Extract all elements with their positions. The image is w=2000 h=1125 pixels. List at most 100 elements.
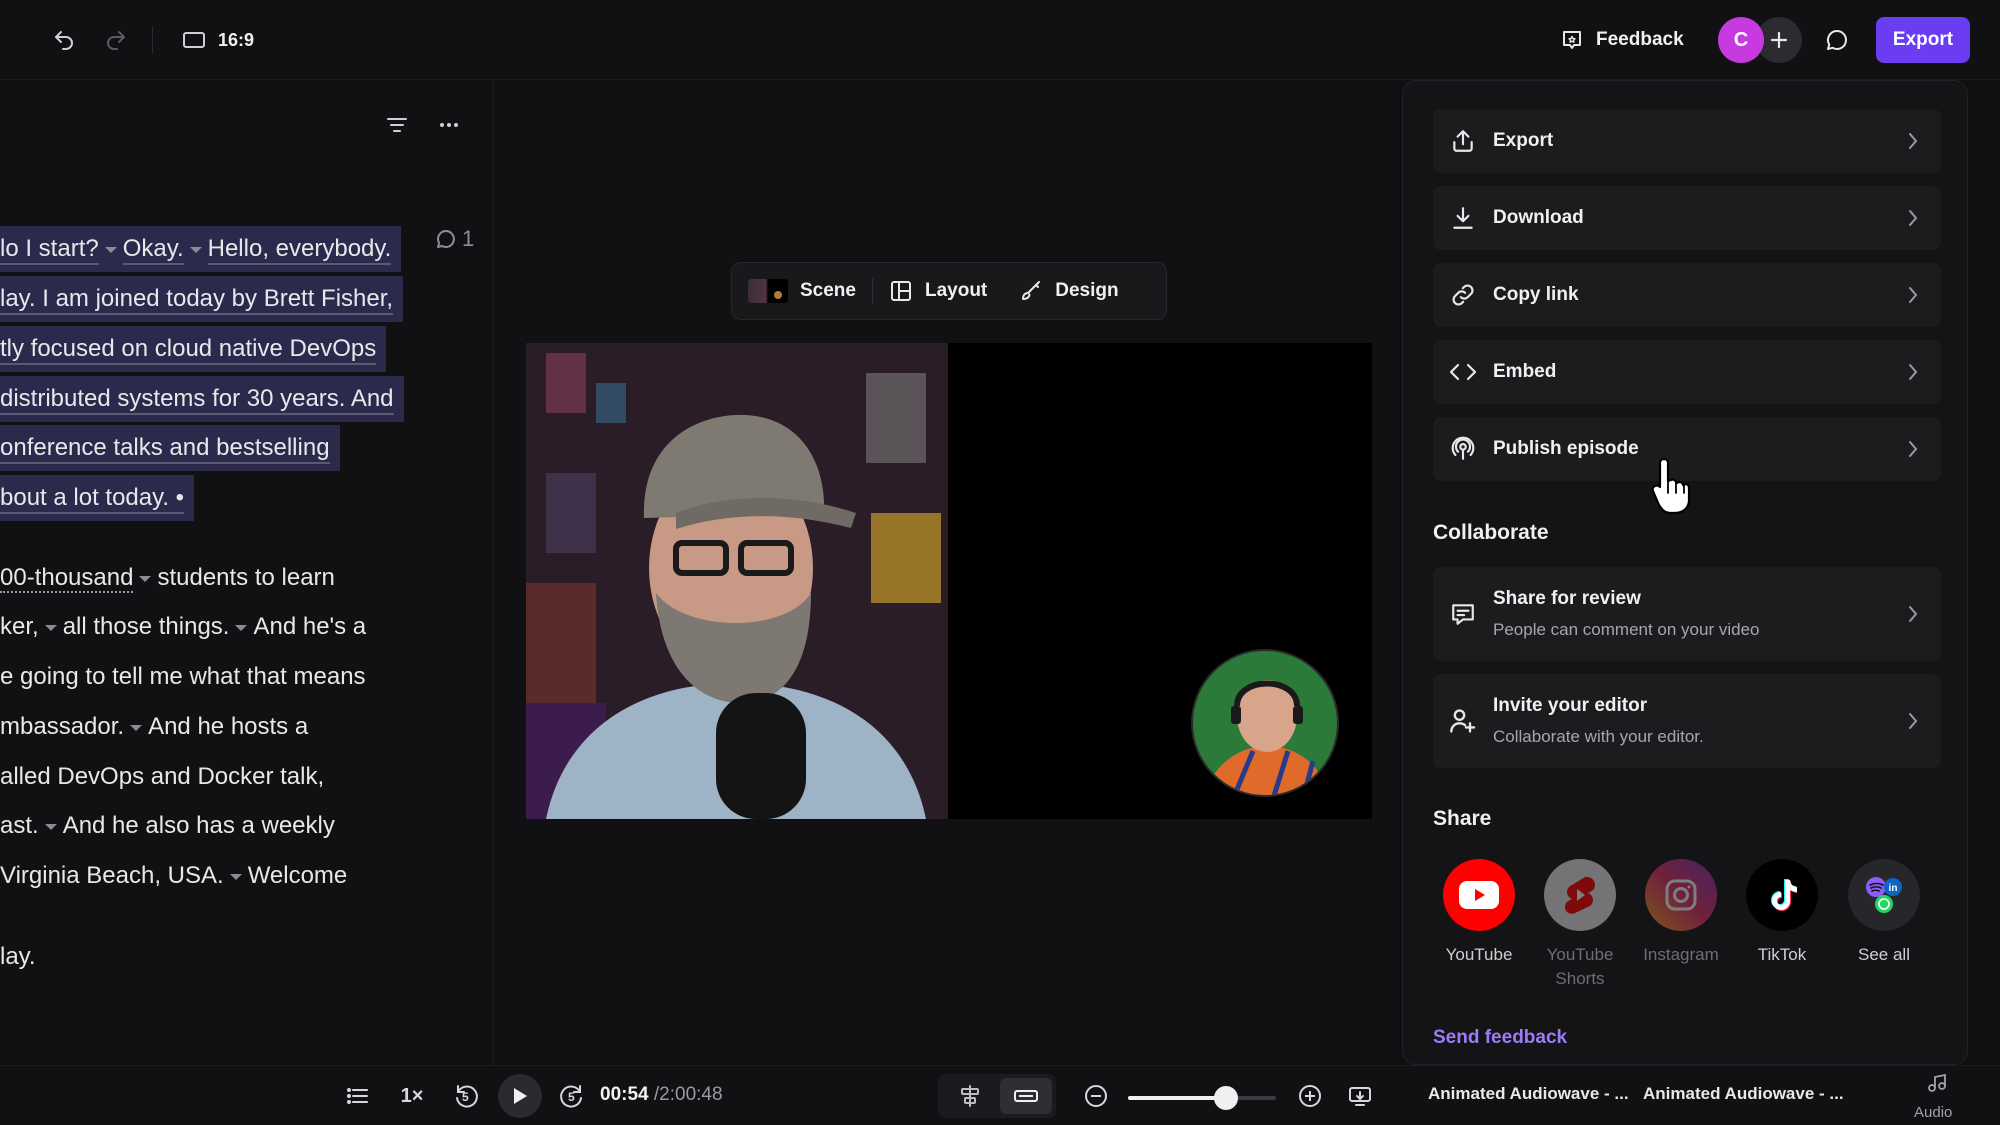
aspect-ratio-button[interactable]: 16:9 bbox=[182, 22, 254, 58]
transcript-word-run: 00-thousand bbox=[0, 564, 134, 593]
transcript-word-run: all those things. bbox=[62, 613, 230, 640]
transcript-pane: lo I start? Okay. Hello, everybody. lay. I … bbox=[0, 80, 494, 1065]
pause-marker-icon[interactable] bbox=[130, 724, 143, 731]
main-camera-feed bbox=[526, 343, 948, 819]
menu-item-invite-editor[interactable]: Invite your editor Collaborate with your… bbox=[1433, 674, 1941, 768]
youtube-shorts-icon bbox=[1565, 877, 1595, 914]
scene-button[interactable]: Scene bbox=[732, 279, 872, 303]
guest-camera-feed bbox=[1191, 649, 1339, 797]
video-preview[interactable] bbox=[526, 343, 1372, 819]
play-button[interactable] bbox=[498, 1074, 542, 1118]
pause-marker-icon[interactable] bbox=[44, 624, 57, 631]
zoom-slider[interactable] bbox=[1128, 1086, 1276, 1110]
zoom-slider-fill bbox=[1128, 1096, 1226, 1100]
transcript-line[interactable]: lo I start? Okay. Hello, everybody. bbox=[0, 226, 402, 272]
tiktok-icon bbox=[1771, 879, 1797, 911]
transcript-word-run: Okay. bbox=[122, 235, 184, 265]
transcript-line[interactable]: e going to tell me what that means bbox=[0, 654, 366, 700]
transcript-line[interactable]: bout a lot today. • bbox=[0, 475, 195, 521]
menu-item-share-for-review[interactable]: Share for review People can comment on y… bbox=[1433, 567, 1941, 661]
skip-forward-button[interactable]: 5 bbox=[552, 1076, 592, 1116]
zoom-out-button[interactable] bbox=[1080, 1080, 1112, 1112]
pause-marker-icon[interactable] bbox=[139, 575, 152, 582]
tiktok-logo bbox=[1746, 859, 1818, 931]
design-button[interactable]: Design bbox=[1003, 279, 1134, 303]
transcript-word-run: bout a lot today. • bbox=[0, 484, 185, 514]
design-label: Design bbox=[1055, 280, 1119, 301]
chevron-right-icon bbox=[1909, 210, 1918, 226]
menu-item-export[interactable]: Export bbox=[1433, 109, 1941, 173]
paintbrush-icon bbox=[1022, 281, 1041, 300]
zoom-in-icon bbox=[1299, 1085, 1321, 1107]
playback-speed-button[interactable]: 1× bbox=[392, 1078, 432, 1114]
share-label: See all bbox=[1858, 945, 1910, 964]
send-feedback-link[interactable]: Send feedback bbox=[1433, 1027, 1567, 1049]
code-icon bbox=[1449, 363, 1477, 381]
menu-item-embed[interactable]: Embed bbox=[1433, 340, 1941, 404]
playback-bar: 1× 5 5 00:54 /2:00:48 Animated Audiowave… bbox=[0, 1065, 2000, 1125]
chevron-right-icon bbox=[1909, 364, 1918, 380]
transcript-line[interactable]: ker, all those things. And he's a bbox=[0, 604, 366, 650]
comments-button[interactable] bbox=[1817, 20, 1857, 60]
menu-item-label: Export bbox=[1493, 130, 1554, 151]
timeline-clip-label[interactable]: Animated Audiowave - ... bbox=[1428, 1084, 1629, 1104]
share-tiktok[interactable]: TikTok bbox=[1732, 859, 1832, 967]
transcript-line[interactable]: distributed systems for 30 years. And bbox=[0, 376, 404, 422]
transcript-line[interactable]: alled DevOps and Docker talk, bbox=[0, 754, 324, 800]
speaker-video-image bbox=[526, 343, 948, 819]
layout-label: Layout bbox=[924, 280, 988, 301]
transcript-word-run: lay. I am joined today by Brett Fisher, bbox=[0, 285, 394, 315]
avatar[interactable]: C bbox=[1718, 17, 1764, 63]
export-button[interactable]: Export bbox=[1876, 17, 1970, 63]
transcript-line[interactable]: 00-thousand students to learn bbox=[0, 555, 335, 601]
transcript-line[interactable]: Virginia Beach, USA. Welcome bbox=[0, 853, 347, 899]
transcript-word-run: ast. bbox=[0, 812, 39, 839]
more-options-button[interactable] bbox=[434, 110, 464, 140]
pause-marker-icon[interactable] bbox=[44, 823, 57, 830]
menu-item-download[interactable]: Download bbox=[1433, 186, 1941, 250]
right-edge bbox=[1968, 80, 2000, 1065]
comment-indicator[interactable]: 1 bbox=[434, 226, 474, 252]
share-youtube[interactable]: YouTube bbox=[1429, 859, 1529, 967]
compact-view-button[interactable] bbox=[1004, 1078, 1048, 1114]
redo-button[interactable] bbox=[98, 22, 134, 58]
transcript-word-run: And he also has a weekly bbox=[62, 812, 335, 839]
transcript-word-run: Virginia Beach, USA. bbox=[0, 862, 224, 889]
timeline-clip-label[interactable]: Animated Audiowave - ... bbox=[1643, 1084, 1844, 1104]
menu-item-label: Download bbox=[1493, 207, 1584, 228]
transcript-line[interactable]: tly focused on cloud native DevOps bbox=[0, 326, 387, 372]
fit-timeline-button[interactable] bbox=[1344, 1080, 1376, 1112]
layout-button[interactable]: Layout bbox=[873, 279, 1003, 303]
zoom-in-button[interactable] bbox=[1294, 1080, 1326, 1112]
pause-marker-icon[interactable] bbox=[104, 246, 117, 253]
aspect-ratio-label: 16:9 bbox=[218, 29, 255, 50]
pause-marker-icon[interactable] bbox=[235, 624, 248, 631]
play-icon bbox=[514, 1088, 527, 1104]
menu-item-copy-link[interactable]: Copy link bbox=[1433, 263, 1941, 327]
menu-item-description: Collaborate with your editor. bbox=[1493, 727, 1704, 746]
aspect-ratio-icon bbox=[183, 32, 205, 48]
zoom-slider-handle[interactable] bbox=[1213, 1086, 1238, 1110]
pause-marker-icon[interactable] bbox=[229, 873, 242, 880]
timeline-view-button[interactable] bbox=[948, 1078, 992, 1114]
avatar-initial: C bbox=[1733, 28, 1749, 51]
chapters-button[interactable] bbox=[340, 1078, 376, 1114]
transcript-word-run: lay. bbox=[0, 943, 36, 970]
filter-button[interactable] bbox=[382, 110, 412, 140]
divider bbox=[152, 26, 153, 54]
audio-track-icon-wrap[interactable] bbox=[1922, 1068, 1952, 1098]
transcript-word-run: alled DevOps and Docker talk, bbox=[0, 763, 325, 790]
transcript-line[interactable]: ast. And he also has a weekly bbox=[0, 803, 335, 849]
skip-back-button[interactable]: 5 bbox=[446, 1076, 486, 1116]
transcript-line[interactable]: onference talks and bestselling bbox=[0, 425, 340, 471]
youtube-logo bbox=[1443, 859, 1515, 931]
share-see-all[interactable]: in See all bbox=[1834, 859, 1934, 967]
undo-button[interactable] bbox=[46, 22, 82, 58]
feedback-button[interactable]: Feedback bbox=[1560, 20, 1684, 60]
transcript-line[interactable]: mbassador. And he hosts a bbox=[0, 704, 308, 750]
pause-marker-icon[interactable] bbox=[189, 246, 202, 253]
transcript-line[interactable]: lay. bbox=[0, 934, 36, 980]
link-icon bbox=[1452, 284, 1474, 306]
transcript-line[interactable]: lay. I am joined today by Brett Fisher, bbox=[0, 276, 404, 322]
undo-icon bbox=[55, 31, 73, 50]
